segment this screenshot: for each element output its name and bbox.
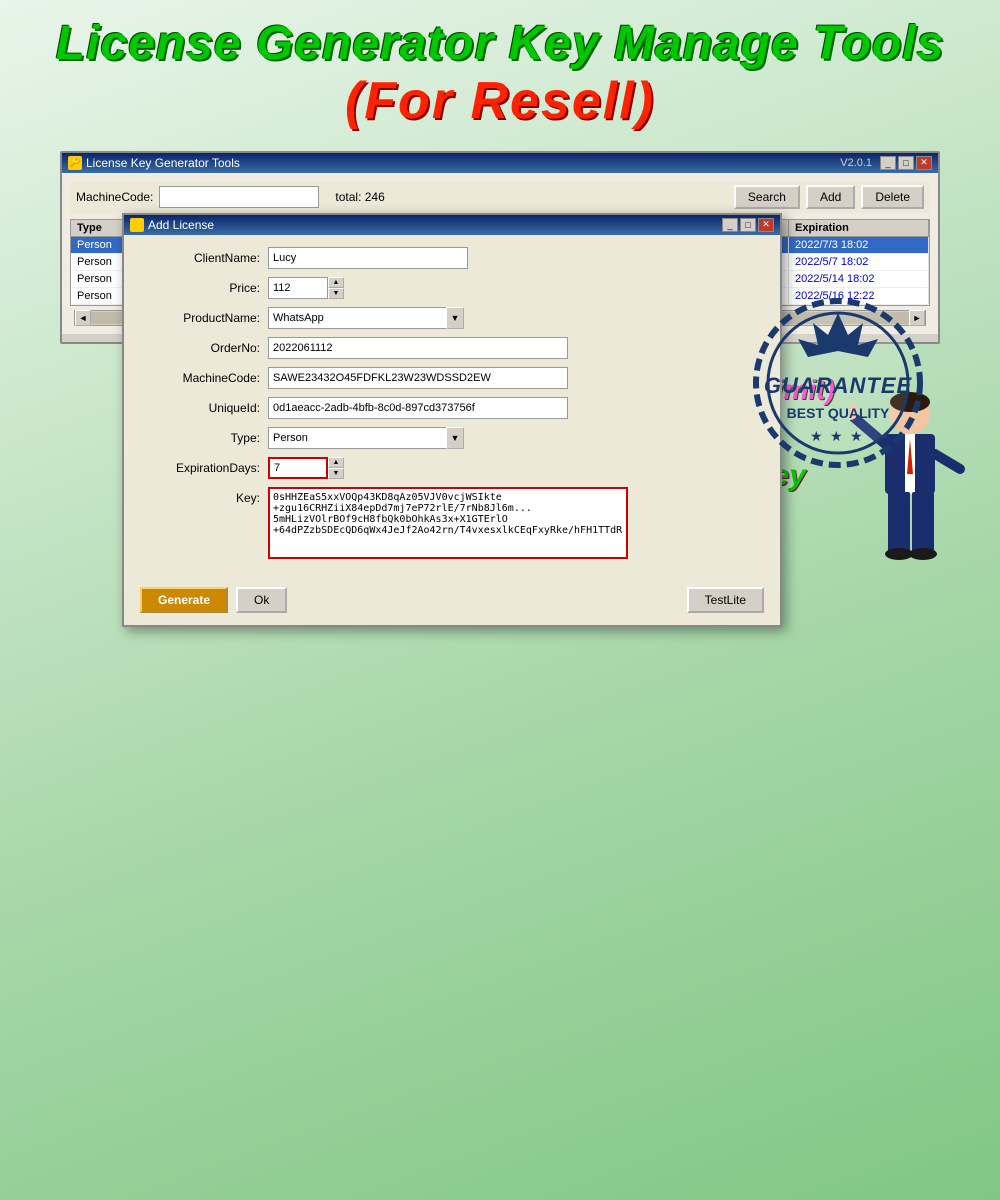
product-dropdown-arrow[interactable]: ▼: [446, 307, 464, 329]
sub-title: (For Resell): [20, 71, 980, 131]
minimize-button[interactable]: _: [880, 156, 896, 170]
type-row: Type: ▼: [140, 427, 764, 449]
main-title: License Generator Key Manage Tools: [20, 18, 980, 71]
td-expiration: 2022/5/14 18:02: [789, 271, 929, 287]
main-window-titlebar: 🔑 License Key Generator Tools V2.0.1 _ □…: [62, 153, 938, 173]
ok-button[interactable]: Ok: [236, 587, 287, 613]
type-dropdown-arrow[interactable]: ▼: [446, 427, 464, 449]
key-textarea[interactable]: 0sHHZEaS5xxVOQp43KD8qAz05VJV0vcjWSIkte +…: [268, 487, 628, 559]
price-down-button[interactable]: ▼: [328, 288, 344, 299]
dialog-buttons: Generate Ok TestLite: [124, 579, 780, 625]
svg-text:★: ★: [830, 428, 843, 444]
product-name-label: ProductName:: [140, 311, 260, 325]
unique-id-row: UniqueId:: [140, 397, 764, 419]
titlebar-left: 🔑 License Key Generator Tools: [68, 156, 240, 170]
machine-code-label: MachineCode:: [76, 190, 153, 204]
dialog-icon: [130, 218, 144, 232]
client-name-row: ClientName:: [140, 247, 764, 269]
delete-button[interactable]: Delete: [861, 185, 924, 209]
td-expiration: 2022/7/3 18:02: [789, 237, 929, 253]
dialog-content: ClientName: Price: ▲ ▼ ProductName:: [124, 235, 780, 579]
client-name-label: ClientName:: [140, 251, 260, 265]
window-icon: 🔑: [68, 156, 82, 170]
order-no-input[interactable]: [268, 337, 568, 359]
window-controls: _ □ ✕: [880, 156, 932, 170]
svg-text:★: ★: [850, 428, 863, 444]
svg-text:GUARANTEE: GUARANTEE: [764, 373, 913, 398]
expiration-spin-buttons: ▲ ▼: [328, 457, 344, 479]
dialog-machine-code-label: MachineCode:: [140, 371, 260, 385]
window-title: License Key Generator Tools: [86, 156, 240, 170]
order-no-row: OrderNo:: [140, 337, 764, 359]
expiration-days-label: ExpirationDays:: [140, 461, 260, 475]
top-bar: MachineCode: total: 246 Search Add Delet…: [70, 181, 930, 213]
unique-id-label: UniqueId:: [140, 401, 260, 415]
testlite-button[interactable]: TestLite: [687, 587, 764, 613]
product-name-row: ProductName: ▼: [140, 307, 764, 329]
dialog-restore-button[interactable]: □: [740, 218, 756, 232]
expiration-days-input[interactable]: [268, 457, 328, 479]
machine-code-input[interactable]: [159, 186, 319, 208]
dialog-machine-code-input[interactable]: [268, 367, 568, 389]
dialog-close-button[interactable]: ✕: [758, 218, 774, 232]
type-label: Type:: [140, 431, 260, 445]
svg-text:★: ★: [810, 428, 823, 444]
expiration-up-button[interactable]: ▲: [328, 457, 344, 468]
product-dropdown: ▼: [268, 307, 464, 329]
guarantee-stamp: GUARANTEE BEST QUALITY ★ ★ ★: [748, 293, 928, 473]
col-expiration: Expiration: [789, 220, 929, 236]
version-label: V2.0.1: [840, 157, 872, 169]
price-row: Price: ▲ ▼: [140, 277, 764, 299]
page-header: License Generator Key Manage Tools (For …: [0, 0, 1000, 141]
price-up-button[interactable]: ▲: [328, 277, 344, 288]
product-name-input[interactable]: [268, 307, 448, 329]
total-text: total: 246: [335, 190, 384, 204]
dialog-minimize-button[interactable]: _: [722, 218, 738, 232]
key-row: Key: 0sHHZEaS5xxVOQp43KD8qAz05VJV0vcjWSI…: [140, 487, 764, 559]
key-label: Key:: [140, 491, 260, 505]
order-no-label: OrderNo:: [140, 341, 260, 355]
generate-button[interactable]: Generate: [140, 587, 228, 613]
add-button[interactable]: Add: [806, 185, 855, 209]
client-name-input[interactable]: [268, 247, 468, 269]
price-spin-buttons: ▲ ▼: [328, 277, 344, 299]
dialog-titlebar: Add License _ □ ✕: [124, 215, 780, 235]
price-spinner: ▲ ▼: [268, 277, 344, 299]
price-input[interactable]: [268, 277, 328, 299]
dialog-controls: _ □ ✕: [722, 218, 774, 232]
type-input[interactable]: [268, 427, 448, 449]
close-button[interactable]: ✕: [916, 156, 932, 170]
type-dropdown: ▼: [268, 427, 464, 449]
expiration-days-row: ExpirationDays: ▲ ▼: [140, 457, 764, 479]
expiration-down-button[interactable]: ▼: [328, 468, 344, 479]
dialog-title-left: Add License: [130, 218, 214, 232]
restore-button[interactable]: □: [898, 156, 914, 170]
expiration-spinner: ▲ ▼: [268, 457, 344, 479]
svg-text:BEST QUALITY: BEST QUALITY: [787, 405, 890, 421]
search-button[interactable]: Search: [734, 185, 800, 209]
td-expiration: 2022/5/7 18:02: [789, 254, 929, 270]
screenshot-container: 🔑 License Key Generator Tools V2.0.1 _ □…: [60, 151, 940, 344]
unique-id-input[interactable]: [268, 397, 568, 419]
price-label: Price:: [140, 281, 260, 295]
dialog-machine-code-row: MachineCode:: [140, 367, 764, 389]
add-license-dialog: Add License _ □ ✕ ClientName: Price: ▲: [122, 213, 782, 627]
dialog-title-label: Add License: [148, 218, 214, 232]
scroll-left-button[interactable]: ◄: [75, 310, 91, 326]
